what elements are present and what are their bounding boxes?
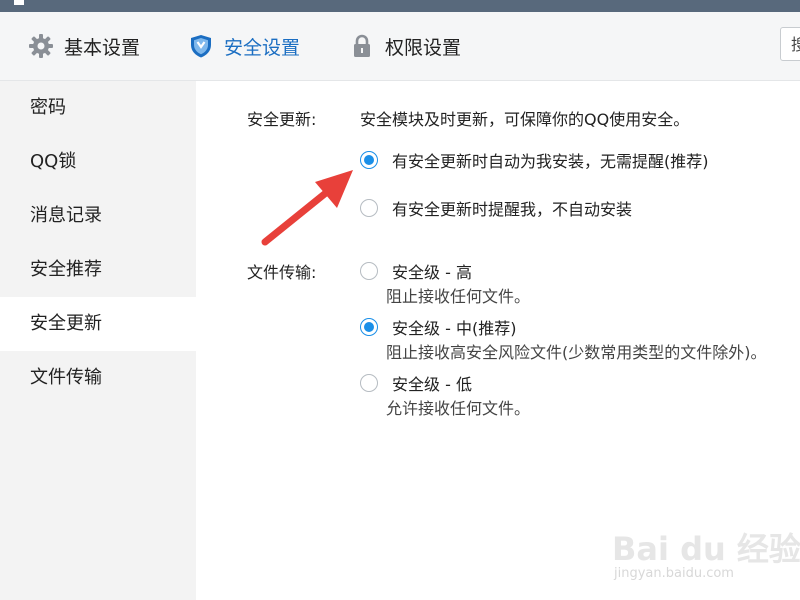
radio-notify-only[interactable]: 有安全更新时提醒我，不自动安装 <box>360 196 632 220</box>
tab-label: 权限设置 <box>385 36 462 59</box>
search-input[interactable]: 搜 <box>780 27 800 61</box>
security-update-label: 安全更新: <box>247 110 317 129</box>
sidebar-item-qq-lock[interactable]: QQ锁 <box>0 135 196 189</box>
radio-button[interactable] <box>360 374 378 392</box>
baidu-jingyan-watermark: Bai du 经验 jingyan.baidu.com <box>612 516 800 586</box>
sidebar-item-file-transfer[interactable]: 文件传输 <box>0 351 196 405</box>
radio-label: 安全级 - 中(推荐) <box>392 319 517 338</box>
settings-toolbar: 基本设置 安全设置 权限设置 搜 <box>0 12 800 81</box>
gear-icon <box>29 34 53 58</box>
lock-icon <box>354 34 370 57</box>
app-logo-fragment <box>14 0 24 5</box>
radio-label: 有安全更新时提醒我，不自动安装 <box>392 200 633 219</box>
radio-button-checked[interactable] <box>360 318 378 336</box>
shield-icon <box>191 35 211 58</box>
radio-level-high[interactable]: 安全级 - 高 <box>360 259 472 283</box>
tab-label: 基本设置 <box>64 36 141 59</box>
annotation-arrow-icon <box>261 170 353 246</box>
radio-auto-install[interactable]: 有安全更新时自动为我安装，无需提醒(推荐) <box>360 148 709 172</box>
radio-label: 有安全更新时自动为我安装，无需提醒(推荐) <box>392 152 709 171</box>
level-low-description: 允许接收任何文件。 <box>386 399 531 418</box>
title-bar <box>0 0 800 12</box>
sidebar-item-security-recommend[interactable]: 安全推荐 <box>0 243 196 297</box>
tab-permission-settings[interactable]: 权限设置 <box>349 30 461 62</box>
radio-label: 安全级 - 高 <box>392 263 472 282</box>
tab-label: 安全设置 <box>224 36 301 59</box>
radio-button[interactable] <box>360 262 378 280</box>
watermark-url: jingyan.baidu.com <box>614 566 734 581</box>
radio-level-low[interactable]: 安全级 - 低 <box>360 371 472 395</box>
tab-basic-settings[interactable]: 基本设置 <box>28 30 140 62</box>
radio-label: 安全级 - 低 <box>392 375 472 394</box>
level-medium-description: 阻止接收高安全风险文件(少数常用类型的文件除外)。 <box>386 343 767 362</box>
settings-sidebar: 密码 QQ锁 消息记录 安全推荐 安全更新 文件传输 <box>0 81 196 600</box>
tab-security-settings[interactable]: 安全设置 <box>188 30 300 62</box>
watermark-logo-text: Bai du 经验 <box>612 530 800 568</box>
level-high-description: 阻止接收任何文件。 <box>386 287 531 306</box>
sidebar-item-password[interactable]: 密码 <box>0 81 196 135</box>
security-update-description: 安全模块及时更新，可保障你的QQ使用安全。 <box>360 110 690 129</box>
sidebar-item-security-update[interactable]: 安全更新 <box>0 297 196 351</box>
radio-level-medium[interactable]: 安全级 - 中(推荐) <box>360 315 516 339</box>
file-transfer-label: 文件传输: <box>247 263 317 282</box>
sidebar-item-message-history[interactable]: 消息记录 <box>0 189 196 243</box>
